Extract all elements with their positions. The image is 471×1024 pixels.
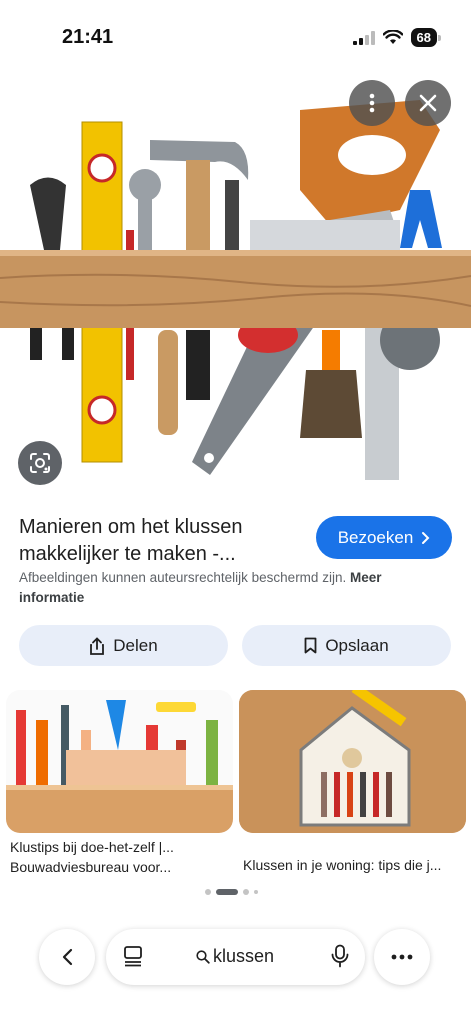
save-label: Opslaan (325, 635, 389, 655)
hero-image[interactable] (0, 70, 471, 490)
more-horiz-icon (391, 954, 413, 960)
more-menu-button[interactable] (374, 929, 430, 985)
visit-button[interactable]: Bezoeken (316, 516, 452, 559)
back-button[interactable] (39, 929, 95, 985)
lens-button[interactable] (18, 441, 62, 485)
close-button[interactable] (405, 80, 451, 126)
related-image-1-illustration (6, 700, 233, 833)
tabs-icon[interactable] (123, 945, 143, 967)
share-icon (90, 636, 105, 655)
share-label: Delen (113, 635, 158, 655)
tools-illustration (0, 100, 471, 480)
back-icon (62, 948, 72, 966)
related-2-caption-line1[interactable]: Klussen in je woning: tips die j... (243, 856, 465, 875)
wifi-icon (382, 30, 403, 44)
related-image-2[interactable] (239, 690, 466, 833)
result-title[interactable]: Manieren om het klussen makkelijker te m… (19, 514, 289, 568)
share-button[interactable]: Delen (19, 625, 228, 666)
bookmark-icon (304, 637, 317, 654)
lens-icon (30, 453, 50, 473)
search-query-text: klussen (213, 946, 275, 966)
copyright-notice: Afbeeldingen kunnen auteursrechtelijk be… (19, 568, 419, 608)
search-bar[interactable]: klussen (106, 929, 365, 985)
status-bar: 21:41 68 (0, 0, 471, 70)
page-dot (205, 889, 211, 895)
related-1-caption-line1[interactable]: Klustips bij doe-het-zelf |... (10, 838, 230, 857)
status-icons: 68 (352, 28, 442, 47)
related-1-caption-line2[interactable]: Bouwadviesbureau voor... (10, 858, 230, 877)
save-button[interactable]: Opslaan (242, 625, 451, 666)
page-dot (243, 889, 249, 895)
copyright-text: Afbeeldingen kunnen auteursrechtelijk be… (19, 570, 347, 585)
status-time: 21:41 (62, 26, 114, 48)
related-image-1[interactable] (6, 690, 233, 833)
chevron-right-icon (422, 531, 430, 544)
battery-indicator: 68 (410, 28, 442, 47)
search-icon (196, 949, 210, 964)
search-query[interactable]: klussen (196, 946, 274, 967)
signal-icon (352, 30, 375, 45)
close-icon (419, 94, 437, 112)
page-dot (254, 890, 258, 894)
mic-icon[interactable] (331, 944, 349, 968)
pagination-dots (205, 889, 258, 895)
more-options-button[interactable] (349, 80, 395, 126)
related-image-2-illustration (239, 690, 466, 833)
more-vert-icon (369, 93, 375, 113)
visit-label: Bezoeken (337, 527, 414, 547)
page-dot-active (216, 889, 238, 895)
